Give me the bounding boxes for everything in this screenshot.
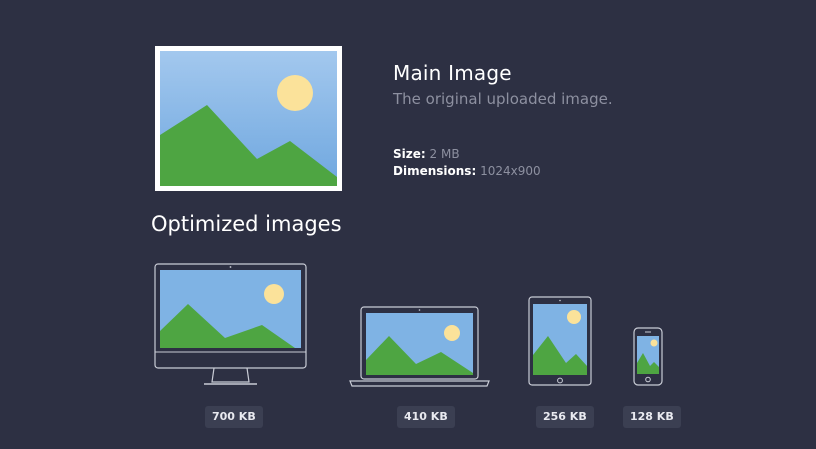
main-image-subtitle: The original uploaded image. [393, 90, 613, 108]
main-image-meta: Size: 2 MB Dimensions: 1024x900 [393, 146, 541, 180]
main-image-title: Main Image [393, 61, 512, 85]
phone-device [633, 327, 664, 391]
size-label: Size: [393, 147, 426, 161]
desktop-monitor-icon [154, 263, 307, 385]
laptop-size-badge: 410 KB [397, 406, 455, 428]
dimensions-label: Dimensions: [393, 164, 477, 178]
phone-size-badge: 128 KB [623, 406, 681, 428]
main-image-info: Main Image The original uploaded image. [393, 60, 793, 110]
landscape-image-icon [160, 51, 337, 186]
dimensions-row: Dimensions: 1024x900 [393, 163, 541, 180]
phone-icon [633, 327, 663, 386]
dimensions-value: 1024x900 [480, 164, 541, 178]
main-image-preview [155, 46, 342, 191]
tablet-icon [528, 296, 592, 386]
size-row: Size: 2 MB [393, 146, 541, 163]
tablet-size-badge: 256 KB [536, 406, 594, 428]
tablet-device [528, 296, 593, 391]
size-value: 2 MB [429, 147, 460, 161]
desktop-monitor-device [154, 263, 308, 391]
laptop-device [349, 306, 490, 392]
optimized-images-heading: Optimized images [151, 212, 342, 236]
desktop-size-badge: 700 KB [205, 406, 263, 428]
laptop-icon [349, 306, 490, 387]
